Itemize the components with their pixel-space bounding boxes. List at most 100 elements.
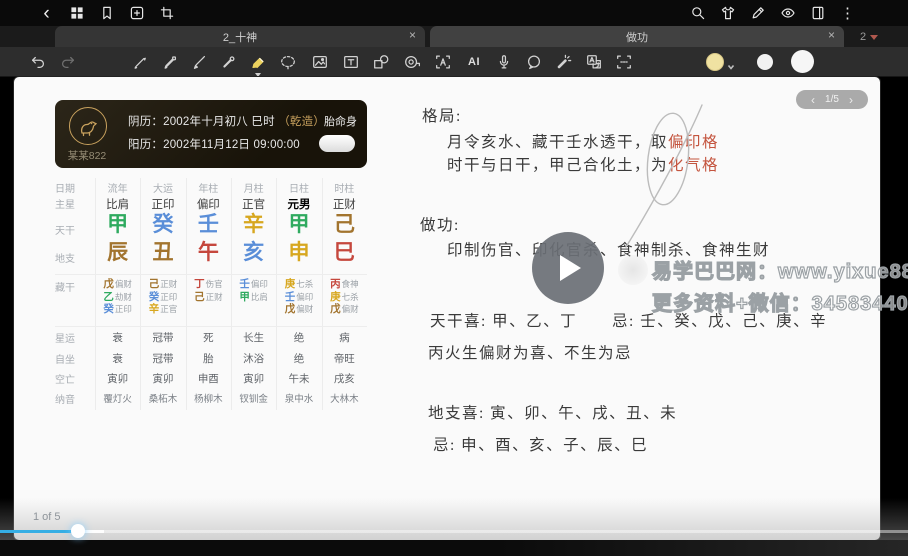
statusbar-left: ‹ [38,5,175,22]
eraser-stick-icon[interactable] [218,52,238,72]
geju-line2-text: 时干与日干，甲己合化土，为 [447,157,668,174]
fountain-pen-icon[interactable] [189,52,209,72]
page-next-icon[interactable]: › [849,94,853,106]
microphone-icon[interactable] [494,52,514,72]
more-kebab-icon[interactable]: ⋮ [839,5,856,22]
selected-tool-caret [255,73,261,77]
seek-bar[interactable] [0,530,908,533]
bottom-strip [0,540,908,556]
table-cell: 沐浴 [231,351,276,366]
color-chevron-icon[interactable] [727,58,735,66]
scan-text-icon[interactable] [433,52,453,72]
undo-icon[interactable] [28,52,48,72]
translate-icon[interactable] [584,52,604,72]
seek-played [0,530,78,533]
screenshot-crop-icon[interactable] [158,5,175,22]
text-box-icon[interactable] [341,52,361,72]
geju-line1-red: 偏印格 [668,134,719,151]
page-indicator-label: 1/5 [825,94,839,105]
table-cell: 绝 [276,330,321,345]
watermark-line2: 更多资料+微信：3458344044 [652,287,908,316]
table-cell: 戊偏财乙劫财癸正印 [95,278,140,316]
solar-value: 2002年11月12日 09:00:00 [163,139,300,151]
player-controls-fade [0,498,908,540]
table-cell: 大林木 [322,391,367,405]
eye-icon[interactable] [779,5,796,22]
image-icon[interactable] [310,52,330,72]
table-cell: 衰 [95,351,140,366]
shapes-icon[interactable] [371,52,391,72]
table-cell: 寅卯 [95,371,140,386]
table-cell: 流年 [95,180,140,195]
tab-count-label: 2 [860,31,866,43]
theme-shirt-icon[interactable] [719,5,736,22]
bookmark-icon[interactable] [98,5,115,22]
watermark-line1: 易学巴巴网：www.yixue88.cn [652,255,908,284]
table-cell: 杨柳木 [186,391,231,405]
note-binghuo-line: 丙火生偏财为喜、不生为忌 [428,341,632,363]
page-indicator[interactable]: ‹ 1/5 › [796,90,868,109]
search-icon[interactable] [689,5,706,22]
pencil-icon[interactable] [160,52,180,72]
tab-close-icon[interactable]: × [409,29,416,41]
statusbar: ‹ [0,0,908,26]
player-position-label: 1 of 5 [33,511,61,523]
speech-bubble-icon[interactable] [524,52,544,72]
geju-line2-red: 化气格 [668,157,719,174]
bazi-table: 日期流年大运年柱月柱日柱时柱主星比肩正印偏印正官元男正财天干甲癸壬辛甲己地支辰丑… [55,178,367,418]
table-divider [276,178,277,410]
tab-count-dropdown[interactable]: 2 [851,28,887,46]
table-cell: 月柱 [231,180,276,195]
ballpoint-pen-icon[interactable] [130,52,150,72]
back-icon[interactable]: ‹ [38,5,55,22]
ocr-icon[interactable] [614,52,634,72]
highlighter-icon-selected[interactable] [248,52,268,72]
table-cell: 丑 [140,242,185,263]
add-page-icon[interactable] [128,5,145,22]
tab-shishen[interactable]: 2_十神 × [55,26,425,47]
seek-knob[interactable] [71,524,85,538]
tab-close-icon[interactable]: × [828,29,835,41]
table-cell: 己 [322,214,367,235]
edit-pen-icon[interactable] [749,5,766,22]
table-cell: 申 [276,242,321,263]
table-cell: 巳 [322,242,367,263]
table-divider [186,178,187,410]
table-cell: 绝 [276,351,321,366]
note-zuogong-title: 做功: [420,213,460,235]
table-cell: 钗钏金 [231,391,276,405]
play-button[interactable] [532,232,604,304]
table-divider [95,178,96,410]
redo-icon[interactable] [58,52,78,72]
table-cell: 胎 [186,351,231,366]
table-cell: 日柱 [276,180,321,195]
table-cell: 甲 [276,214,321,235]
app-window: ‹ [0,0,908,556]
lunar-value: 2002年十月初八 巳时 [163,116,275,128]
tab-zuogong[interactable]: 做功 × [430,26,844,47]
tape-roll-icon[interactable] [402,52,422,72]
tabbar: 2_十神 × 做功 × 2 [0,26,908,47]
table-divider [55,274,367,275]
toolbar: AI [0,47,908,77]
page-panel-icon[interactable] [809,5,826,22]
color-swatch-yellow[interactable] [706,53,724,71]
grid-view-icon[interactable] [68,5,85,22]
bazi-profile-card: 某某822 阴历：2002年十月初八 巳时 （乾造） 阳历：2002年11月12… [55,100,367,168]
page-prev-icon[interactable]: ‹ [811,94,815,106]
table-cell: 正印 [140,196,185,212]
ai-label: AI [468,56,480,68]
table-cell: 亥 [231,242,276,263]
table-cell: 长生 [231,330,276,345]
note-geju-title: 格局: [422,104,462,126]
laser-pointer-icon[interactable] [554,52,574,72]
solar-label: 阳历： [128,139,163,151]
lasso-icon[interactable] [278,52,298,72]
statusbar-right: ⋮ [689,5,856,22]
solar-date-line: 阳历：2002年11月12日 09:00:00 [128,136,300,152]
stroke-size-dot[interactable] [791,50,814,73]
ai-icon[interactable]: AI [464,52,484,72]
table-cell: 甲 [95,214,140,235]
color-swatch-white[interactable] [757,54,773,70]
taimingshen-label: 胎命身 [324,113,357,129]
